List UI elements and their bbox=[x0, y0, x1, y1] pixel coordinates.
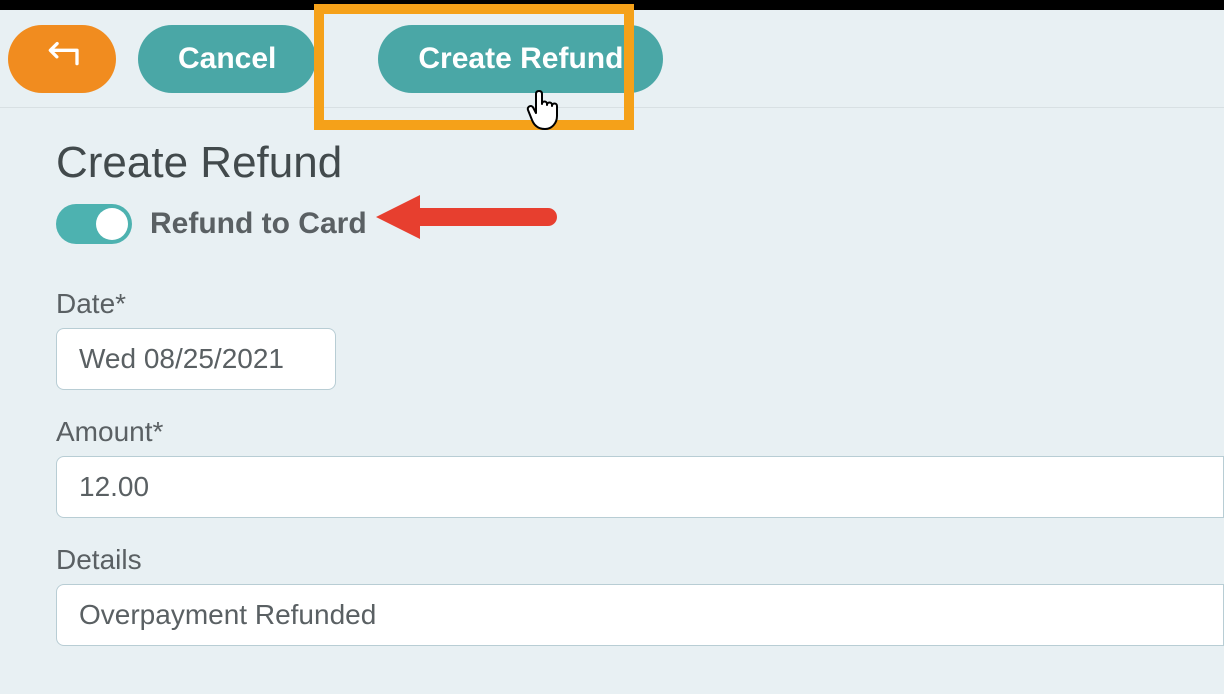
toolbar: Cancel Create Refund bbox=[0, 10, 1224, 108]
date-input[interactable] bbox=[56, 328, 336, 390]
amount-input[interactable] bbox=[56, 456, 1224, 518]
cancel-button[interactable]: Cancel bbox=[138, 25, 316, 93]
details-form-group: Details bbox=[56, 544, 1168, 646]
amount-form-group: Amount* bbox=[56, 416, 1168, 518]
details-input[interactable] bbox=[56, 584, 1224, 646]
refund-to-card-toggle-row: Refund to Card bbox=[56, 204, 1168, 244]
window-top-bar bbox=[0, 0, 1224, 10]
page-content: Create Refund Refund to Card Date* Amoun… bbox=[0, 108, 1224, 646]
amount-label: Amount* bbox=[56, 416, 1168, 448]
refund-to-card-toggle-label: Refund to Card bbox=[150, 207, 367, 241]
date-label: Date* bbox=[56, 288, 1168, 320]
details-label: Details bbox=[56, 544, 1168, 576]
page-title: Create Refund bbox=[56, 138, 1168, 188]
create-refund-button[interactable]: Create Refund bbox=[378, 25, 663, 93]
toggle-knob bbox=[96, 208, 128, 240]
back-button[interactable] bbox=[8, 25, 116, 93]
refund-to-card-toggle[interactable] bbox=[56, 204, 132, 244]
date-form-group: Date* bbox=[56, 288, 1168, 390]
back-arrow-icon bbox=[42, 37, 82, 80]
